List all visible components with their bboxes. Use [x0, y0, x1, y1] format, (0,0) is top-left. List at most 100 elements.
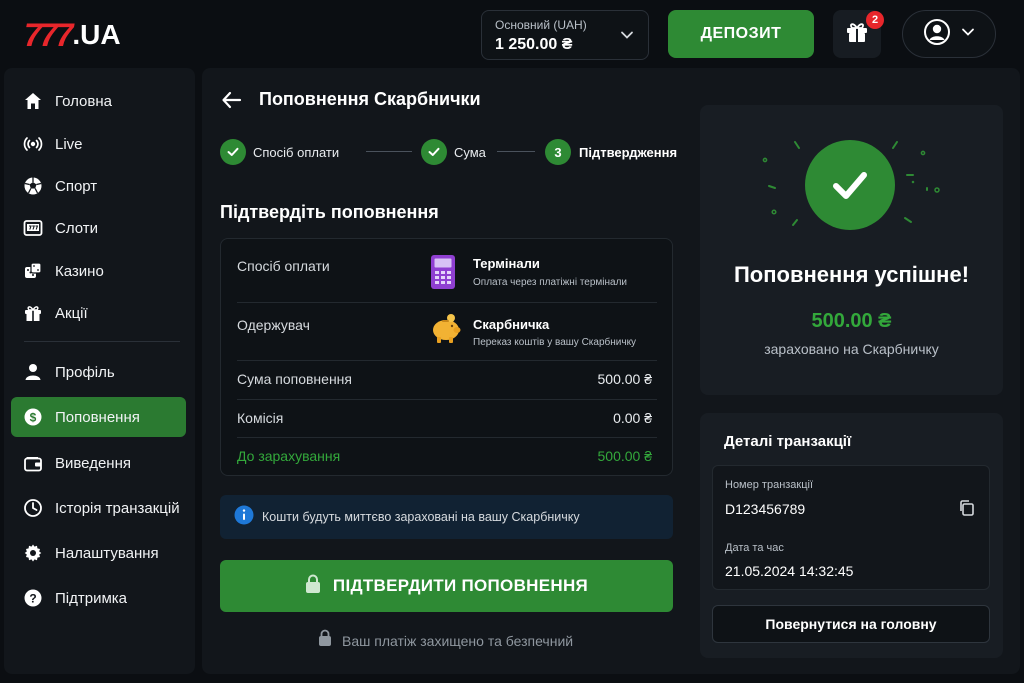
balance-selector[interactable]: Основний (UAH) 1 250.00 ₴: [481, 10, 649, 60]
balance-label: Основний (UAH): [495, 18, 587, 32]
step-connector: [366, 151, 412, 152]
step-confirmation: Підтвердження: [579, 145, 678, 160]
chevron-down-icon: [961, 25, 975, 44]
transaction-id-label: Номер транзакції: [725, 479, 814, 491]
success-subtitle: зараховано на Скарбничку: [764, 341, 939, 357]
row-value: 500.00 ₴: [597, 448, 653, 464]
broadcast-icon: [23, 134, 43, 154]
sidebar-item-deposit[interactable]: $ Поповнення: [11, 397, 186, 437]
row-value: 500.00 ₴: [597, 371, 653, 387]
summary-row-fee: Комісія 0.00 ₴: [221, 400, 672, 437]
lock-icon: [305, 574, 321, 599]
sidebar-item-label: Слоти: [55, 219, 99, 237]
deposit-button[interactable]: ДЕПОЗИТ: [668, 10, 814, 58]
copy-icon[interactable]: [958, 499, 976, 522]
date-label: Дата та час: [725, 542, 784, 554]
step-connector: [497, 151, 535, 152]
sidebar-item-label: Live: [55, 135, 83, 153]
success-amount: 500.00 ₴: [811, 310, 892, 332]
sidebar-item-label: Поповнення: [55, 408, 140, 426]
terminal-icon: [431, 255, 459, 289]
page-title: Поповнення Скарбнички: [259, 89, 481, 109]
back-to-home-button[interactable]: Повернутися на головну: [712, 605, 990, 643]
date-value: 21.05.2024 14:32:45: [725, 563, 854, 579]
sidebar-item-casino[interactable]: Казино: [11, 251, 186, 291]
main-panel: Поповнення Скарбнички Спосіб оплати Сума…: [202, 68, 1020, 674]
sidebar-item-sport[interactable]: Спорт: [11, 166, 186, 206]
notification-badge: 2: [866, 11, 884, 29]
slot-machine-icon: [23, 218, 43, 238]
check-icon: [220, 139, 246, 165]
info-icon: [234, 505, 254, 530]
help-icon: ?: [23, 588, 43, 608]
user-icon: [923, 18, 951, 51]
logo[interactable]: 777 .UA: [24, 16, 121, 53]
profile-menu-button[interactable]: [902, 10, 996, 58]
sidebar-item-home[interactable]: Головна: [11, 81, 186, 121]
method-title: Термінали: [473, 256, 540, 271]
sidebar-item-settings[interactable]: Налаштування: [11, 533, 186, 573]
wallet-icon: [23, 453, 43, 473]
info-banner: Кошти будуть миттєво зараховані на вашу …: [220, 495, 673, 539]
sidebar-item-live[interactable]: Live: [11, 124, 186, 164]
gear-icon: [23, 543, 43, 563]
sidebar-item-label: Підтримка: [55, 589, 128, 607]
sidebar-item-withdrawal[interactable]: Виведення: [11, 443, 186, 483]
details-box: Номер транзакції D123456789 Дата та час …: [712, 465, 990, 590]
sidebar-item-label: Виведення: [55, 454, 131, 472]
sidebar-item-label: Казино: [55, 262, 104, 280]
logo-suffix: .UA: [72, 19, 121, 50]
gift-icon: [23, 303, 43, 323]
svg-text:?: ?: [29, 592, 36, 606]
method-subtitle: Оплата через платіжні термінали: [473, 277, 628, 288]
soccer-ball-icon: [23, 176, 43, 196]
clock-icon: [23, 498, 43, 518]
details-title: Деталі транзакції: [724, 433, 852, 450]
confirm-label: ПІДТВЕРДИТИ ПОПОВНЕННЯ: [332, 576, 589, 595]
logo-number: 777: [24, 16, 73, 53]
sidebar-item-label: Профіль: [55, 363, 115, 381]
security-text: Ваш платіж захищено та безпечний: [342, 632, 574, 649]
row-label: До зарахування: [237, 448, 341, 464]
section-title: Підтвердіть поповнення: [220, 202, 439, 222]
security-note: Ваш платіж захищено та безпечний: [318, 629, 573, 652]
back-arrow-icon[interactable]: [220, 88, 244, 117]
svg-text:$: $: [30, 411, 37, 425]
row-label: Комісія: [237, 410, 284, 426]
sidebar: Головна Live Спорт Слоти Казино Акції Пр…: [4, 68, 195, 674]
transaction-id-value: D123456789: [725, 501, 806, 517]
summary-row-recipient: Одержувач Скарбничка Переказ коштів у ва…: [221, 303, 672, 360]
check-icon: [421, 139, 447, 165]
step-amount: Сума: [454, 145, 486, 160]
dice-icon: [23, 261, 43, 281]
user-icon: [23, 362, 43, 382]
sidebar-item-profile[interactable]: Профіль: [11, 352, 186, 392]
success-card: Поповнення успішне! 500.00 ₴ зараховано …: [700, 105, 1003, 395]
sidebar-item-label: Головна: [55, 92, 112, 110]
summary-row-method: Спосіб оплати Термінали Оплата через пла…: [221, 239, 672, 302]
sidebar-item-label: Налаштування: [55, 544, 159, 562]
summary-row-amount: Сума поповнення 500.00 ₴: [221, 361, 672, 399]
lock-icon: [318, 629, 332, 652]
step-payment-method: Спосіб оплати: [253, 145, 340, 160]
top-header: 777 .UA Основний (UAH) 1 250.00 ₴ ДЕПОЗИТ…: [0, 0, 1024, 66]
sidebar-divider: [24, 341, 180, 342]
confirm-deposit-button[interactable]: ПІДТВЕРДИТИ ПОПОВНЕННЯ: [220, 560, 673, 612]
transaction-details-card: Деталі транзакції Номер транзакції D1234…: [700, 413, 1003, 658]
step-number: 3: [545, 139, 571, 165]
sidebar-item-label: Історія транзакцій: [55, 499, 180, 517]
confirmation-summary: Спосіб оплати Термінали Оплата через пла…: [220, 238, 673, 476]
row-label: Сума поповнення: [237, 371, 352, 387]
dollar-icon: $: [23, 407, 43, 427]
sidebar-item-history[interactable]: Історія транзакцій: [11, 488, 186, 528]
sidebar-item-support[interactable]: ? Підтримка: [11, 578, 186, 618]
summary-row-credit: До зарахування 500.00 ₴: [221, 438, 672, 476]
sidebar-item-promotions[interactable]: Акції: [11, 293, 186, 333]
sidebar-item-label: Акції: [55, 304, 88, 322]
balance-value: 1 250.00 ₴: [495, 36, 573, 53]
success-check-icon: [805, 140, 895, 230]
home-icon: [23, 91, 43, 111]
recipient-title: Скарбничка: [473, 317, 550, 332]
sidebar-item-slots[interactable]: Слоти: [11, 208, 186, 248]
info-text: Кошти будуть миттєво зараховані на вашу …: [262, 510, 580, 524]
